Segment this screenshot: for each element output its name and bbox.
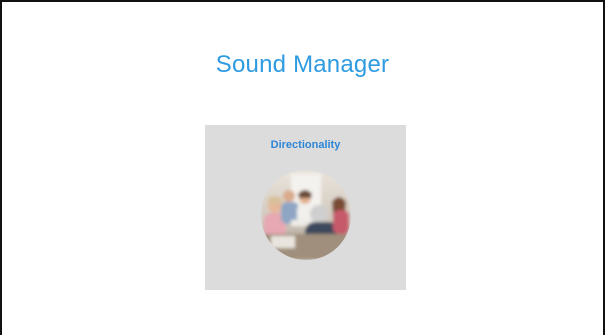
card-label: Directionality — [270, 139, 341, 151]
slide-title: Sound Manager — [215, 51, 390, 78]
directionality-card[interactable]: Directionality — [205, 125, 406, 290]
slide-frame: Sound Manager Directionality — [0, 0, 605, 335]
group-conversation-photo — [261, 170, 351, 260]
